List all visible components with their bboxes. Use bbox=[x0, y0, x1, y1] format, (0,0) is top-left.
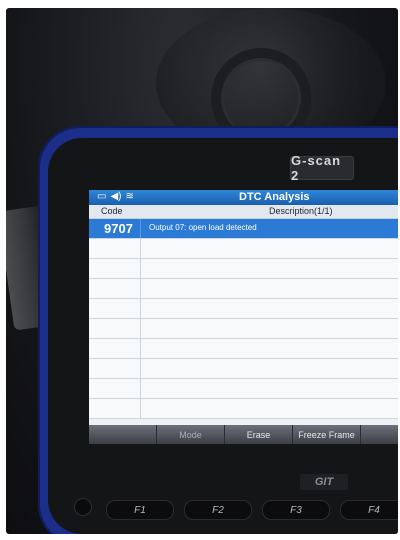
table-row[interactable] bbox=[89, 399, 398, 419]
function-button-1[interactable] bbox=[89, 425, 157, 444]
erase-button[interactable]: Erase bbox=[225, 425, 293, 444]
table-row[interactable] bbox=[89, 339, 398, 359]
mode-button[interactable]: Mode bbox=[157, 425, 225, 444]
dtc-code: 9707 bbox=[104, 221, 133, 236]
speaker-icon: ◀) bbox=[110, 191, 122, 202]
function-button-5[interactable] bbox=[361, 425, 398, 444]
table-row[interactable] bbox=[89, 279, 398, 299]
scan-tool-device: G-scan 2 ▭ ◀) ≋ DTC Analysis Code Descri… bbox=[38, 126, 398, 534]
status-icons: ▭ ◀) ≋ bbox=[97, 191, 134, 202]
table-header: Code Description(1/1) bbox=[89, 205, 398, 219]
git-logo: GIT bbox=[300, 474, 348, 490]
freeze-frame-button[interactable]: Freeze Frame bbox=[293, 425, 361, 444]
f2-key[interactable]: F2 bbox=[184, 500, 252, 520]
table-row[interactable] bbox=[89, 319, 398, 339]
column-header-code: Code bbox=[101, 206, 123, 216]
table-row[interactable] bbox=[89, 259, 398, 279]
table-row[interactable]: 9707 Output 07: open load detected bbox=[89, 219, 398, 239]
f4-key[interactable]: F4 bbox=[340, 500, 398, 520]
f3-key[interactable]: F3 bbox=[262, 500, 330, 520]
table-row[interactable] bbox=[89, 239, 398, 259]
brand-logo: G-scan 2 bbox=[290, 153, 354, 183]
f1-key[interactable]: F1 bbox=[106, 500, 174, 520]
function-key-bar: Mode Erase Freeze Frame bbox=[89, 425, 398, 444]
battery-icon: ▭ bbox=[97, 191, 107, 202]
device-screen: ▭ ◀) ≋ DTC Analysis Code Description(1/1… bbox=[89, 190, 398, 444]
title-bar: ▭ ◀) ≋ DTC Analysis bbox=[89, 190, 398, 205]
page-title: DTC Analysis bbox=[239, 191, 310, 203]
photo-background: G-scan 2 ▭ ◀) ≋ DTC Analysis Code Descri… bbox=[6, 8, 398, 534]
wifi-icon: ≋ bbox=[125, 191, 134, 202]
column-header-description: Description(1/1) bbox=[269, 206, 333, 216]
table-row[interactable] bbox=[89, 379, 398, 399]
dtc-table: 9707 Output 07: open load detected bbox=[89, 219, 398, 419]
device-bezel: G-scan 2 ▭ ◀) ≋ DTC Analysis Code Descri… bbox=[48, 138, 398, 534]
power-button[interactable] bbox=[74, 498, 92, 516]
hardware-keys: F1 F2 F3 F4 bbox=[106, 500, 398, 520]
table-row[interactable] bbox=[89, 359, 398, 379]
table-row[interactable] bbox=[89, 299, 398, 319]
dtc-description: Output 07: open load detected bbox=[149, 223, 257, 232]
